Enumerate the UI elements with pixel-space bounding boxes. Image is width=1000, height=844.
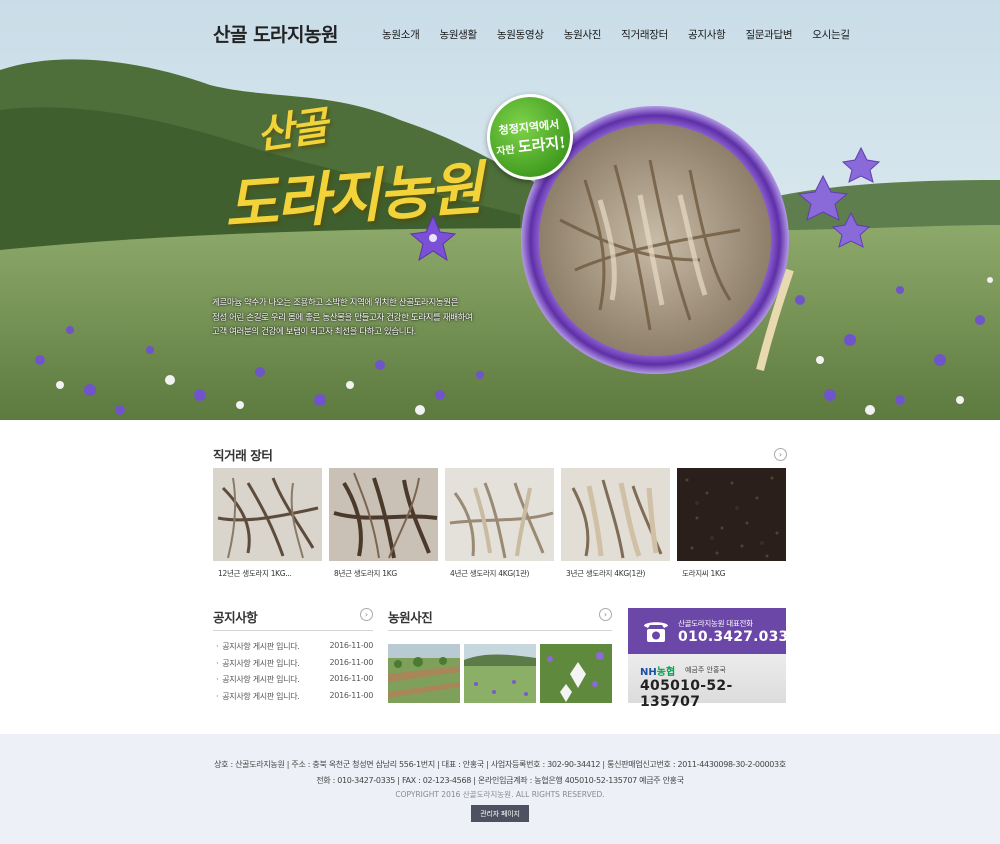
market-title: 직거래 장터: [213, 448, 273, 463]
nav-item-qna[interactable]: 질문과답변: [745, 27, 792, 42]
hero-description: 게르마늄 약수가 나오는 조용하고 소박한 지역에 위치한 산골도라지농원은 정…: [212, 296, 502, 340]
notice-item-title[interactable]: 공지사항 게시판 입니다.: [213, 658, 300, 675]
product-image[interactable]: [445, 468, 554, 561]
bank-panel: NH농협 예금주 안홍국 405010-52-135707: [628, 654, 786, 710]
product-name[interactable]: 도라지씨 1KG: [677, 568, 786, 579]
product-list: 12년근 생도라지 1KG... 8년근 생도라지 1KG 4년근 생도라지 4…: [213, 468, 793, 579]
product-name[interactable]: 3년근 생도라지 4KG(1관): [561, 568, 670, 579]
product-image[interactable]: [677, 468, 786, 561]
notice-item-title[interactable]: 공지사항 게시판 입니다.: [213, 641, 300, 658]
footer-business-info: 상호 : 산골도라지농원 | 주소 : 충북 옥천군 청성면 삼남리 556-1…: [214, 760, 786, 769]
notice-item[interactable]: 공지사항 게시판 입니다. 2016-11-00: [213, 658, 373, 675]
badge-prefix: 자란: [495, 144, 516, 158]
product-image[interactable]: [213, 468, 322, 561]
footer-copyright: COPYRIGHT 2016 산골도라지농원. ALL RIGHTS RESER…: [395, 790, 605, 799]
notice-item-date: 2016-11-00: [329, 641, 374, 650]
product-name[interactable]: 8년근 생도라지 1KG: [329, 568, 438, 579]
notice-more-button[interactable]: ›: [360, 608, 373, 621]
notice-title: 공지사항: [213, 610, 258, 625]
phone-number[interactable]: 010.3427.0335: [678, 629, 798, 645]
product-name[interactable]: 12년근 생도라지 1KG...: [213, 568, 322, 579]
product-item[interactable]: 12년근 생도라지 1KG...: [213, 468, 322, 579]
product-image[interactable]: [561, 468, 670, 561]
notice-list: 공지사항 게시판 입니다. 2016-11-00 공지사항 게시판 입니다. 2…: [213, 641, 373, 707]
hero-title-line1: 산골: [253, 102, 330, 159]
footer-contact-info: 전화 : 010-3427-0335 | FAX : 02-123-4568 |…: [316, 775, 684, 785]
photos-divider: [388, 630, 612, 631]
chevron-right-icon: ›: [778, 450, 783, 459]
hero-desc-line: 게르마늄 약수가 나오는 조용하고 소박한 지역에 위치한 산골도라지농원은: [212, 298, 459, 308]
hero-banner: 산골 도라지농원 농원소개 농원생활 농원동영상 농원사진 직거래장터 공지사항…: [0, 0, 1000, 420]
notice-item-date: 2016-11-00: [329, 674, 374, 683]
bank-logo-b: 농협: [656, 667, 676, 678]
notice-divider: [213, 630, 373, 631]
notice-item-date: 2016-11-00: [329, 690, 374, 700]
site-header: 산골 도라지농원 농원소개 농원생활 농원동영상 농원사진 직거래장터 공지사항…: [0, 0, 1000, 70]
photos-more-button[interactable]: ›: [599, 608, 612, 621]
notice-item-title[interactable]: 공지사항 게시판 입니다.: [213, 691, 300, 708]
nav-item-intro[interactable]: 농원소개: [382, 27, 420, 42]
product-item[interactable]: 8년근 생도라지 1KG: [329, 468, 438, 579]
market-more-button[interactable]: ›: [774, 448, 787, 461]
product-image[interactable]: [329, 468, 438, 561]
farm-photo[interactable]: [540, 644, 612, 703]
bank-logo-a: NH: [640, 667, 657, 678]
site-logo[interactable]: 산골 도라지농원: [213, 20, 338, 47]
site-footer: 상호 : 산골도라지농원 | 주소 : 충북 옥천군 청성면 삼남리 556-1…: [0, 734, 1000, 844]
nav-item-market[interactable]: 직거래장터: [621, 27, 668, 42]
nav-item-video[interactable]: 농원동영상: [497, 27, 544, 42]
notice-item[interactable]: 공지사항 게시판 입니다. 2016-11-00: [213, 674, 373, 691]
product-name[interactable]: 4년근 생도라지 4KG(1관): [445, 568, 554, 579]
chevron-right-icon: ›: [603, 610, 608, 619]
phone-label: 산골도라지농원 대표전화: [678, 619, 753, 628]
telephone-icon: [644, 622, 668, 642]
farm-photo[interactable]: [464, 644, 536, 703]
nav-item-photos[interactable]: 농원사진: [564, 27, 602, 42]
nh-bank-logo: NH농협: [640, 663, 675, 678]
notice-item-date: 2016-11-00: [329, 657, 374, 667]
nav-item-farm-life[interactable]: 농원생활: [439, 27, 477, 42]
phone-panel: 산골도라지농원 대표전화 010.3427.0335: [628, 608, 798, 654]
farm-photo[interactable]: [388, 644, 460, 703]
product-item[interactable]: 도라지씨 1KG: [677, 468, 786, 579]
admin-page-button[interactable]: 관리자 페이지: [471, 805, 529, 822]
product-item[interactable]: 3년근 생도라지 4KG(1관): [561, 468, 670, 579]
nav-item-notice[interactable]: 공지사항: [688, 27, 726, 42]
hero-desc-line: 정성 어린 손길로 우리 몸에 좋은 농산물을 만들고자 건강한 도라지를 재배…: [212, 312, 473, 323]
account-number: 405010-52-135707: [640, 678, 733, 710]
account-holder: 예금주 안홍국: [685, 666, 726, 674]
badge-emphasis: 도라지!: [516, 132, 567, 156]
photos-title: 농원사진: [388, 610, 433, 625]
notice-item-title[interactable]: 공지사항 게시판 입니다.: [213, 674, 300, 691]
contact-box: 산골도라지농원 대표전화 010.3427.0335 NH농협 예금주 안홍국 …: [628, 608, 798, 710]
hero-title-line2: 도라지농원: [222, 154, 484, 240]
main-nav: 농원소개 농원생활 농원동영상 농원사진 직거래장터 공지사항 질문과답변 오시…: [382, 27, 870, 42]
chevron-right-icon: ›: [364, 610, 369, 619]
hero-desc-line: 고객 여러분의 건강에 보탬이 되고자 최선을 다하고 있습니다.: [212, 327, 416, 337]
product-item[interactable]: 4년근 생도라지 4KG(1관): [445, 468, 554, 579]
photo-gallery: [388, 644, 616, 703]
nav-item-directions[interactable]: 오시는길: [812, 27, 850, 42]
notice-item[interactable]: 공지사항 게시판 입니다. 2016-11-00: [213, 641, 373, 658]
notice-item[interactable]: 공지사항 게시판 입니다. 2016-11-00: [213, 691, 373, 708]
